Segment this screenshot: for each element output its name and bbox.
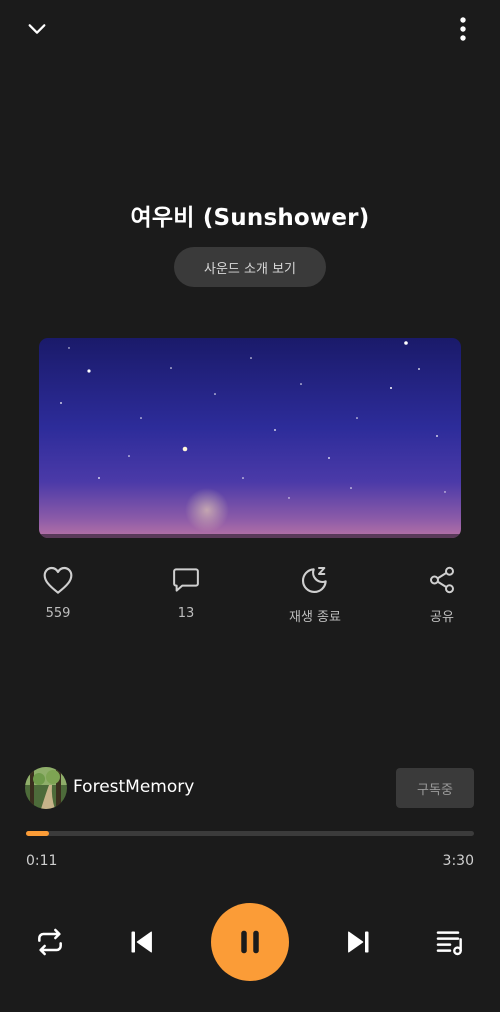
comment-icon [168, 562, 204, 598]
pause-icon [241, 930, 259, 954]
skip-previous-icon [131, 931, 152, 953]
sound-intro-button[interactable]: 사운드 소개 보기 [174, 247, 326, 287]
sleep-timer-action[interactable]: 재생 종료 [275, 562, 355, 632]
next-track-button[interactable] [338, 922, 378, 962]
previous-track-button[interactable] [122, 922, 162, 962]
moon-sleep-icon [297, 562, 333, 598]
playlist-button[interactable] [430, 922, 470, 962]
channel-name[interactable]: ForestMemory [73, 777, 194, 797]
total-time: 3:30 [442, 853, 474, 869]
share-icon [424, 562, 460, 598]
playlist-icon [436, 931, 462, 956]
comment-action[interactable]: 13 [146, 562, 226, 632]
progress-fill [26, 831, 50, 836]
like-count: 559 [45, 606, 71, 621]
progress-bar[interactable] [26, 831, 474, 836]
repeat-button[interactable] [30, 922, 70, 962]
subscribe-button[interactable]: 구독중 [396, 768, 474, 808]
sleep-timer-label: 재생 종료 [289, 610, 341, 625]
play-pause-button[interactable] [211, 903, 289, 981]
like-action[interactable]: 559 [18, 562, 98, 632]
chevron-down-icon [28, 24, 46, 34]
album-artwork [39, 338, 461, 538]
share-action[interactable]: 공유 [402, 562, 482, 632]
more-options-button[interactable] [446, 10, 480, 48]
skip-next-icon [348, 931, 369, 953]
track-title: 여우비 (Sunshower) [130, 205, 370, 231]
comment-count: 13 [177, 606, 195, 621]
share-label: 공유 [430, 610, 454, 625]
repeat-icon [38, 928, 62, 956]
channel-avatar[interactable] [25, 767, 67, 809]
heart-icon [40, 562, 76, 598]
current-time: 0:11 [26, 853, 58, 869]
more-vertical-icon [460, 17, 466, 41]
collapse-button[interactable] [20, 12, 54, 46]
